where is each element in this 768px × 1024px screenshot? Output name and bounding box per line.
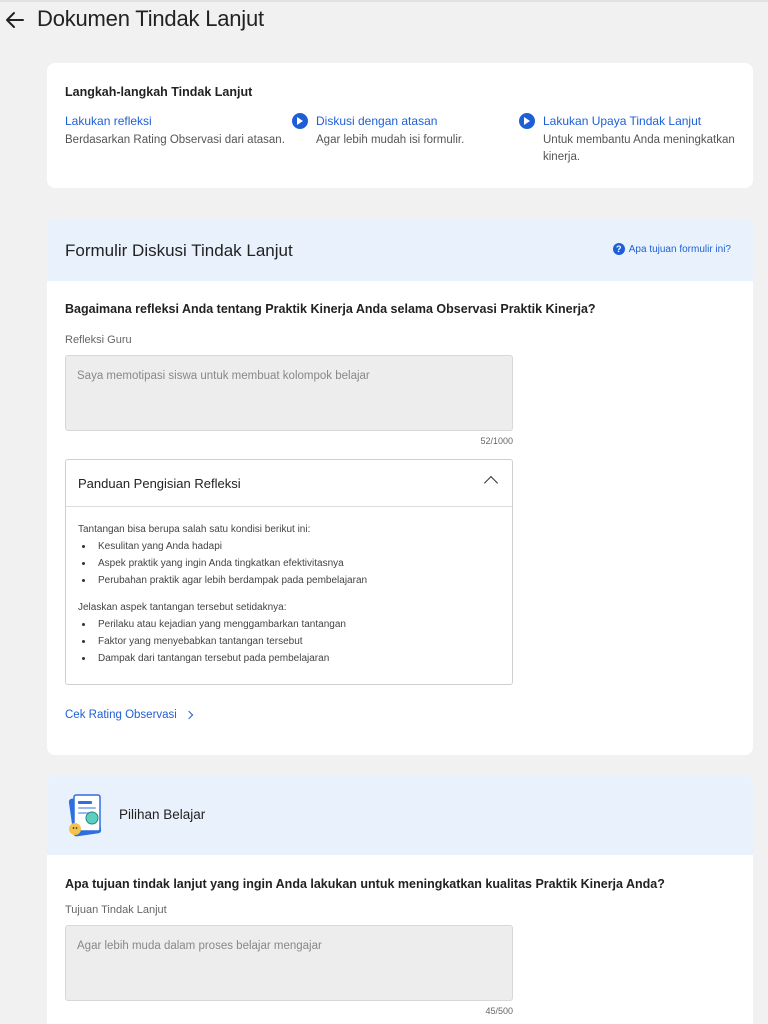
learning-title: Pilihan Belajar: [119, 807, 206, 822]
page-title: Dokumen Tindak Lanjut: [37, 6, 264, 31]
form-card: Formulir Diskusi Tindak Lanjut ? Apa tuj…: [47, 219, 753, 755]
list-item: Perilaku atau kejadian yang menggambarka…: [78, 616, 500, 633]
form-header: Formulir Diskusi Tindak Lanjut ? Apa tuj…: [47, 219, 753, 281]
guide-body: Tantangan bisa berupa salah satu kondisi…: [66, 507, 512, 691]
guide-intro-2: Jelaskan aspek tantangan tersebut setida…: [78, 602, 287, 613]
help-link[interactable]: ? Apa tujuan formulir ini?: [612, 243, 731, 255]
step-diskusi: Diskusi dengan atasan Agar lebih mudah i…: [292, 113, 506, 149]
learning-question: Apa tujuan tindak lanjut yang ingin Anda…: [65, 877, 665, 891]
play-circle-icon: [292, 113, 308, 129]
step-diskusi-link[interactable]: Diskusi dengan atasan: [316, 114, 506, 128]
steps-title: Langkah-langkah Tindak Lanjut: [65, 85, 253, 99]
step-upaya: Lakukan Upaya Tindak Lanjut Untuk memban…: [519, 113, 735, 166]
guide-toggle[interactable]: Panduan Pengisian Refleksi: [66, 460, 512, 507]
reflection-char-counter: 52/1000: [480, 436, 513, 446]
guide-title: Panduan Pengisian Refleksi: [78, 476, 241, 491]
steps-card: Langkah-langkah Tindak Lanjut Lakukan re…: [47, 63, 753, 188]
learning-field-label: Tujuan Tindak Lanjut: [65, 904, 167, 916]
list-item: Aspek praktik yang ingin Anda tingkatkan…: [78, 555, 500, 572]
step-upaya-link[interactable]: Lakukan Upaya Tindak Lanjut: [543, 114, 735, 128]
play-circle-icon: [519, 113, 535, 129]
reflection-textarea[interactable]: Saya memotipasi siswa untuk membuat kolo…: [65, 355, 513, 431]
arrow-left-icon[interactable]: [4, 9, 26, 31]
step-refleksi: Lakukan refleksi Berdasarkan Rating Obse…: [65, 114, 285, 149]
list-item: Dampak dari tantangan tersebut pada pemb…: [78, 650, 500, 667]
guide-list-1: Kesulitan yang Anda hadapi Aspek praktik…: [78, 538, 500, 589]
learning-header: Pilihan Belajar: [47, 775, 753, 855]
guide-list-2: Perilaku atau kejadian yang menggambarka…: [78, 616, 500, 667]
help-link-label: Apa tujuan formulir ini?: [628, 243, 731, 255]
reflection-field-label: Refleksi Guru: [65, 334, 132, 346]
step-diskusi-desc: Agar lebih mudah isi formulir.: [316, 134, 465, 146]
learning-textarea[interactable]: Agar lebih muda dalam proses belajar men…: [65, 925, 513, 1001]
reflection-guide-panel: Panduan Pengisian Refleksi Tantangan bis…: [65, 459, 513, 685]
list-item: Kesulitan yang Anda hadapi: [78, 538, 500, 555]
list-item: Faktor yang menyebabkan tantangan terseb…: [78, 633, 500, 650]
step-refleksi-link[interactable]: Lakukan refleksi: [65, 114, 285, 128]
chevron-up-icon: [483, 475, 499, 491]
cek-rating-link[interactable]: Cek Rating Observasi: [65, 709, 194, 721]
question-circle-icon: ?: [612, 243, 625, 255]
top-bar: Dokumen Tindak Lanjut: [0, 0, 768, 40]
reflection-question: Bagaimana refleksi Anda tentang Praktik …: [65, 302, 596, 316]
document-certificate-icon: [68, 794, 102, 837]
step-refleksi-desc: Berdasarkan Rating Observasi dari atasan…: [65, 134, 285, 146]
chevron-right-icon: [184, 710, 194, 720]
learning-card: Pilihan Belajar Apa tujuan tindak lanjut…: [47, 775, 753, 1024]
list-item: Perubahan praktik agar lebih berdampak p…: [78, 572, 500, 589]
learning-char-counter: 45/500: [485, 1006, 513, 1016]
form-title: Formulir Diskusi Tindak Lanjut: [65, 241, 293, 260]
guide-intro-1: Tantangan bisa berupa salah satu kondisi…: [78, 524, 311, 535]
step-upaya-desc: Untuk membantu Anda meningkatkan kinerja…: [543, 134, 735, 163]
cek-rating-label: Cek Rating Observasi: [65, 709, 177, 721]
